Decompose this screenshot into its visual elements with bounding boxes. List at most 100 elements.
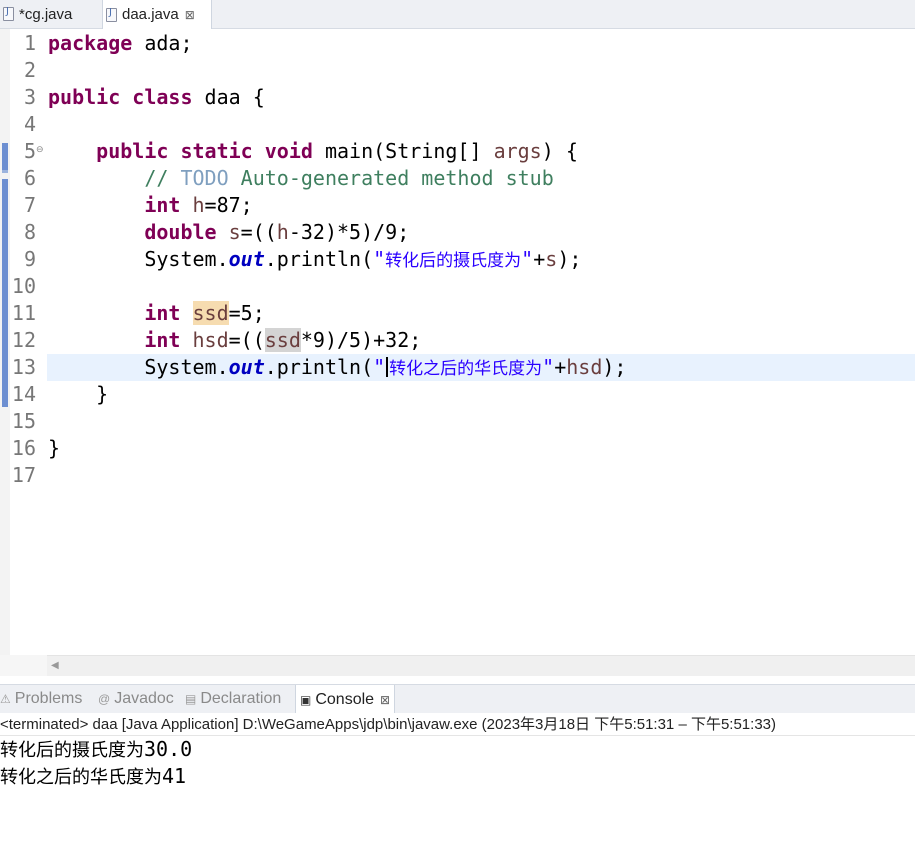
tab-daa-java[interactable]: daa.java ⊠ [102, 0, 212, 29]
code-line: double s=((h-32)*5)/9; [48, 219, 409, 246]
keyword: public [96, 139, 169, 163]
keyword: static [180, 139, 253, 163]
code-text: =(( [240, 220, 277, 244]
java-file-icon [3, 6, 14, 21]
keyword: class [132, 85, 193, 109]
string-literal: 转化后的摄氏度为 [385, 251, 522, 271]
java-file-icon [106, 7, 117, 22]
line-number: 9 [23, 247, 36, 271]
code-line: public static void main(String[] args) { [48, 138, 578, 165]
code-line: int h=87; [48, 192, 253, 219]
string-quote: " [542, 355, 555, 379]
tab-cg-java[interactable]: *cg.java [0, 0, 100, 28]
code-text: ) { [541, 139, 578, 163]
fold-collapse-icon[interactable]: ⊖ [36, 145, 44, 155]
code-text: + [554, 355, 567, 379]
line-number: 7 [23, 193, 36, 217]
comment: // [144, 166, 181, 190]
keyword: double [144, 220, 217, 244]
static-field: out [228, 355, 265, 379]
code-text: System. [144, 355, 229, 379]
line-number: 12 [11, 328, 36, 352]
horizontal-scrollbar[interactable]: ◀ [47, 655, 915, 676]
keyword: void [264, 139, 313, 163]
line-number-gutter: 1 2 3 4 5 ⊖ 6 7 8 9 10 11 12 13 14 15 16… [10, 29, 47, 655]
tab-label: Declaration [200, 690, 282, 707]
code-text: ); [557, 247, 582, 271]
todo-tag: TODO [180, 166, 229, 190]
code-text: + [533, 247, 546, 271]
string-quote: " [373, 355, 386, 379]
code-text: } [96, 382, 109, 406]
line-number: 13 [11, 355, 36, 379]
line-number: 6 [23, 166, 36, 190]
line-number: 16 [11, 436, 36, 460]
code-text: } [48, 436, 61, 460]
code-text: -32)*5)/9; [288, 220, 410, 244]
console-description: <terminated> daa [Java Application] D:\W… [0, 713, 915, 736]
code-line: System.out.println("转化后的摄氏度为"+s); [48, 246, 581, 273]
tab-problems[interactable]: ⚠ Problems [0, 685, 82, 713]
tab-declaration[interactable]: ▤ Declaration [185, 685, 281, 713]
console-output-line: 转化后的摄氏度为30.0 [0, 736, 192, 763]
editor-tab-bar: *cg.java daa.java ⊠ [0, 0, 915, 29]
change-marker [2, 179, 8, 407]
console-output-value: 41 [162, 764, 187, 788]
views-tab-bar: ⚠ Problems @ Javadoc ▤ Declaration ▣ Con… [0, 684, 915, 714]
change-marker [2, 143, 8, 170]
code-text: .println( [264, 355, 374, 379]
code-text: ada; [132, 31, 193, 55]
code-text: daa { [192, 85, 265, 109]
variable-name-occurrence-write: ssd [192, 301, 229, 325]
variable-name: s [228, 220, 241, 244]
variable-name: h [192, 193, 205, 217]
code-text: =5; [228, 301, 265, 325]
keyword: int [144, 301, 181, 325]
tab-console[interactable]: ▣ Console ⊠ [295, 685, 396, 714]
tab-label: daa.java [122, 6, 179, 23]
code-text: System. [144, 247, 229, 271]
string-quote: " [521, 247, 534, 271]
code-line: public class daa { [48, 84, 265, 111]
keyword: int [144, 193, 181, 217]
scroll-left-icon[interactable]: ◀ [51, 660, 59, 671]
console-output-line: 转化之后的华氏度为41 [0, 763, 186, 790]
variable-name: s [545, 247, 558, 271]
tab-label: Problems [14, 690, 83, 707]
code-text: =87; [204, 193, 253, 217]
line-number: 8 [23, 220, 36, 244]
comment: Auto-generated method stub [228, 166, 554, 190]
variable-name: h [276, 220, 289, 244]
tab-label: Console [315, 690, 375, 708]
code-text-area[interactable]: package ada; public class daa { public s… [47, 29, 915, 655]
text-caret [386, 357, 389, 377]
keyword: package [48, 31, 133, 55]
close-icon[interactable]: ⊠ [380, 693, 390, 707]
overview-ruler [0, 29, 10, 655]
at-icon: @ [98, 692, 111, 706]
code-line: package ada; [48, 30, 193, 57]
problems-icon: ⚠ [0, 692, 11, 706]
declaration-icon: ▤ [185, 692, 197, 706]
code-text: =(( [228, 328, 265, 352]
line-number: 2 [23, 58, 36, 82]
tab-javadoc[interactable]: @ Javadoc [98, 685, 174, 713]
code-line: } [48, 435, 60, 462]
tab-label: *cg.java [19, 5, 73, 23]
code-text: ); [602, 355, 627, 379]
static-field: out [228, 247, 265, 271]
line-number: 15 [11, 409, 36, 433]
console-output-text: 转化之后的华氏度为 [0, 767, 162, 788]
console-icon: ▣ [300, 692, 312, 707]
line-number: 3 [23, 85, 36, 109]
string-quote: " [373, 247, 386, 271]
line-number: 1 [23, 31, 36, 55]
code-text: main(String[] [312, 139, 494, 163]
change-marker [2, 170, 8, 173]
console-output-value: 30.0 [144, 737, 193, 761]
code-line: } [48, 381, 108, 408]
code-editor[interactable]: 1 2 3 4 5 ⊖ 6 7 8 9 10 11 12 13 14 15 16… [0, 29, 915, 655]
string-literal: 转化之后的华氏度为 [389, 359, 543, 379]
close-icon[interactable]: ⊠ [185, 8, 195, 22]
code-line: // TODO Auto-generated method stub [48, 165, 554, 192]
